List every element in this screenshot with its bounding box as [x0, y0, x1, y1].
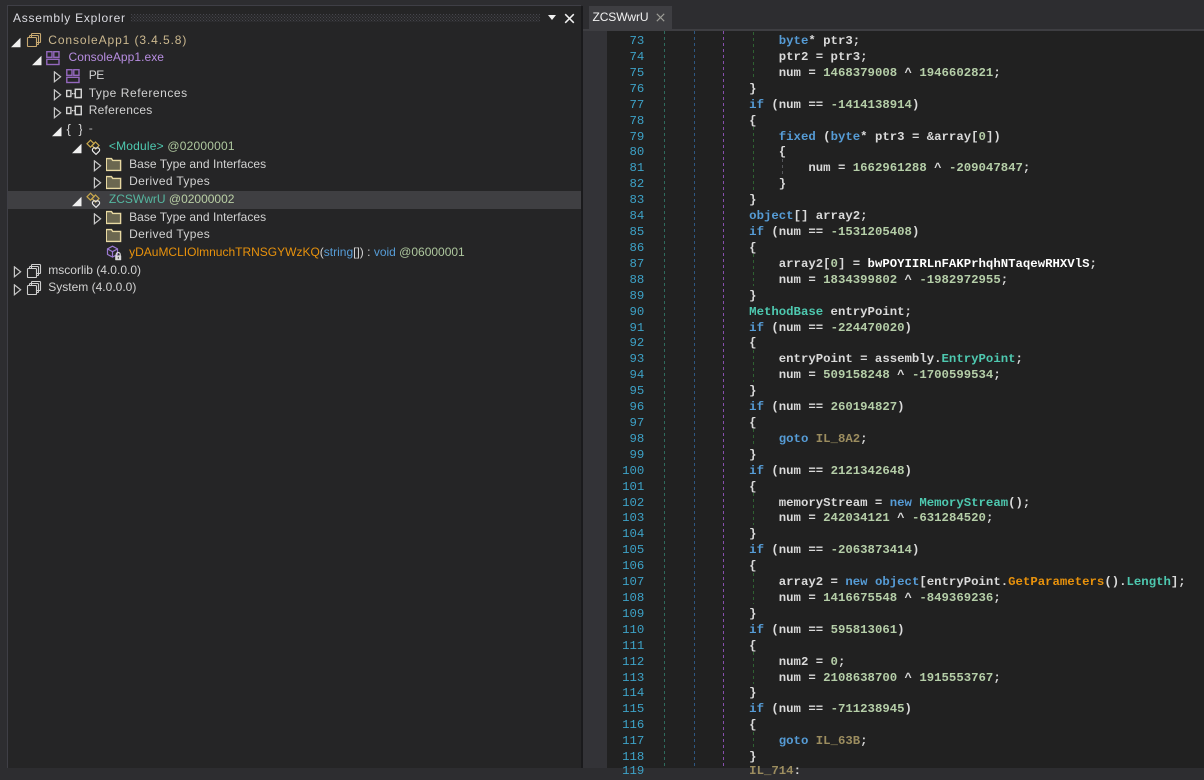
- svg-text:{ }: { }: [66, 121, 82, 136]
